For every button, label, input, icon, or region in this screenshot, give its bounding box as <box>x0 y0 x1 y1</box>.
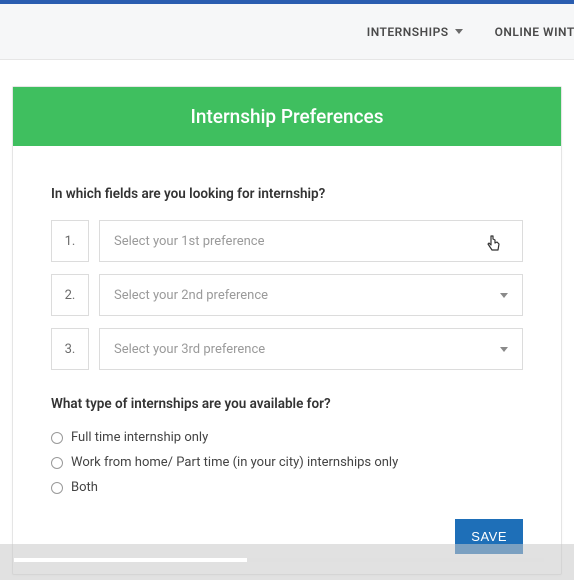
option-wfh-parttime[interactable]: Work from home/ Part time (in your city)… <box>51 455 523 470</box>
nav-online-winter[interactable]: ONLINE WINTE <box>495 25 574 39</box>
question-type-label: What type of internships are you availab… <box>51 396 523 412</box>
preference-row-3: 3. Select your 3rd preference <box>51 328 523 370</box>
pref-select-1-placeholder: Select your 1st preference <box>114 234 265 249</box>
radio-icon <box>51 432 63 444</box>
chevron-down-icon <box>500 347 508 352</box>
pref-select-2-placeholder: Select your 2nd preference <box>114 288 268 303</box>
nav-internships[interactable]: INTERNSHIPS <box>367 25 463 39</box>
radio-icon <box>51 482 63 494</box>
card-body: In which fields are you looking for inte… <box>13 146 561 574</box>
pref-select-3-placeholder: Select your 3rd preference <box>114 342 265 357</box>
pref-select-2[interactable]: Select your 2nd preference <box>99 274 523 316</box>
pref-number-2: 2. <box>51 274 89 316</box>
chevron-down-icon <box>500 293 508 298</box>
preferences-card: Internship Preferences In which fields a… <box>12 86 562 575</box>
pref-select-3[interactable]: Select your 3rd preference <box>99 328 523 370</box>
radio-icon <box>51 457 63 469</box>
option-fulltime-label: Full time internship only <box>71 430 208 445</box>
question-fields-label: In which fields are you looking for inte… <box>51 186 523 202</box>
option-wfh-parttime-label: Work from home/ Part time (in your city)… <box>71 455 398 470</box>
video-overlay-bar <box>0 544 574 580</box>
option-fulltime[interactable]: Full time internship only <box>51 430 523 445</box>
video-progress-track[interactable] <box>14 558 544 562</box>
pref-number-3: 3. <box>51 328 89 370</box>
preference-row-2: 2. Select your 2nd preference <box>51 274 523 316</box>
nav-online-winter-label: ONLINE WINTE <box>495 25 574 39</box>
pref-select-1[interactable]: Select your 1st preference <box>99 220 523 262</box>
card-title: Internship Preferences <box>13 87 561 146</box>
video-progress-fill <box>14 558 247 562</box>
option-both[interactable]: Both <box>51 480 523 495</box>
pref-number-1: 1. <box>51 220 89 262</box>
option-both-label: Both <box>71 480 98 495</box>
top-nav: INTERNSHIPS ONLINE WINTE <box>0 4 574 60</box>
page-body: Internship Preferences In which fields a… <box>0 60 574 575</box>
pointer-cursor-icon <box>486 235 502 257</box>
preference-row-1: 1. Select your 1st preference <box>51 220 523 262</box>
nav-internships-label: INTERNSHIPS <box>367 25 449 39</box>
chevron-down-icon <box>455 29 463 34</box>
